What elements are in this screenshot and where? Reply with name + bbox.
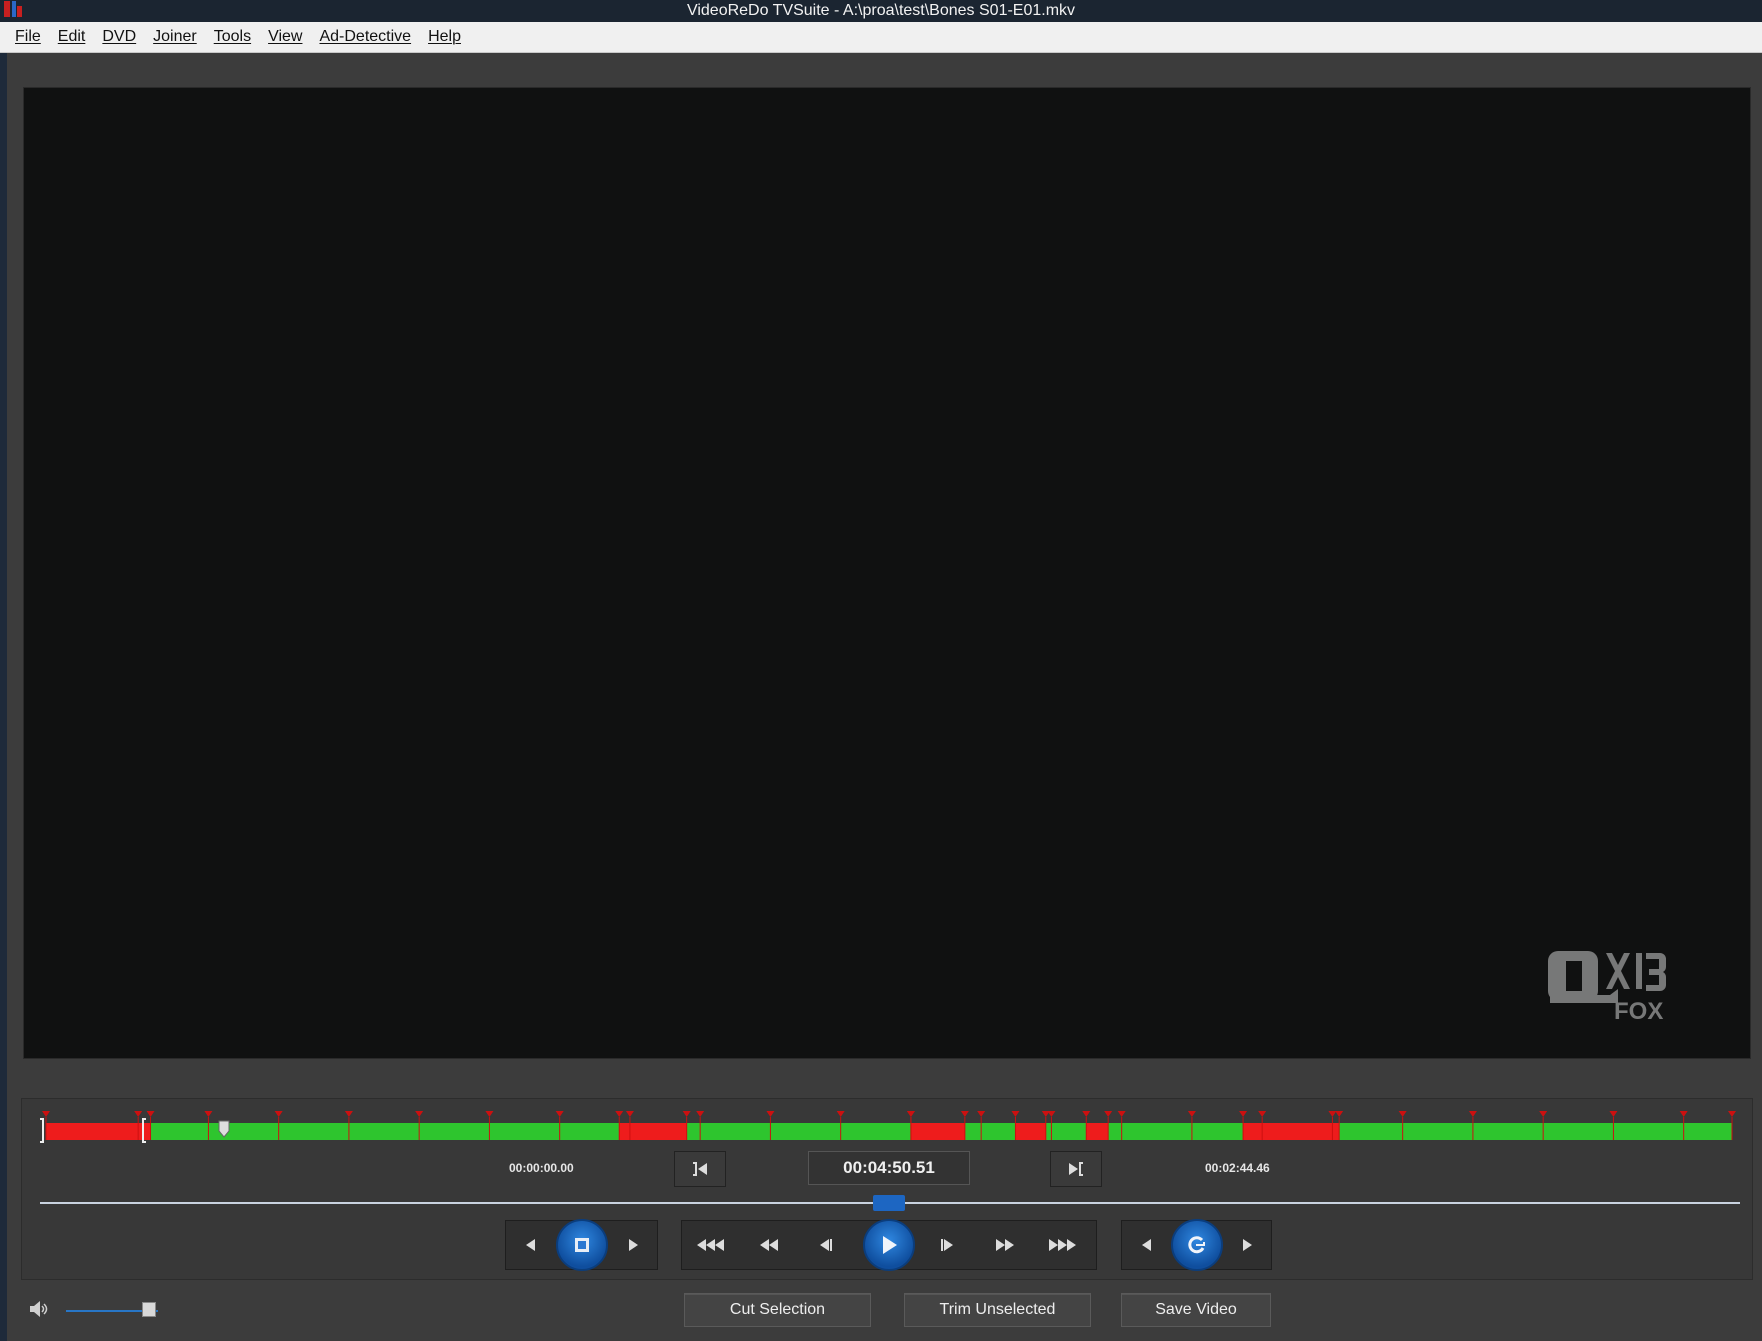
prev-icon [526,1239,535,1251]
left-icon [1142,1239,1151,1251]
title-bar: VideoReDo TVSuite - A:\proa\test\Bones S… [0,0,1762,22]
window-left-edge [0,53,7,1341]
menu-help[interactable]: Help [420,28,470,46]
keep-segment[interactable] [1108,1123,1244,1140]
play-icon [883,1236,897,1254]
fast-forward-max-button[interactable] [1037,1221,1087,1269]
step-forward-button[interactable] [922,1221,972,1269]
goto-selection-start-button[interactable] [674,1151,726,1187]
rewind-fast-button[interactable] [686,1221,736,1269]
timeline-panel: 00:00:00.00 00:04:50.51 00:02:44.46 [21,1098,1753,1280]
volume-slider-thumb[interactable] [142,1302,156,1317]
menu-bar: File Edit DVD Joiner Tools View Ad-Detec… [0,22,1762,53]
cut-segment[interactable] [1015,1123,1046,1140]
step-back-button[interactable] [801,1221,851,1269]
bottom-bar: Cut Selection Trim Unselected Save Video [21,1283,1753,1341]
goto-selection-start-icon [693,1162,707,1176]
loop-icon [1188,1236,1205,1254]
cut-selection-button[interactable]: Cut Selection [684,1293,871,1327]
next-button[interactable] [608,1221,658,1269]
menu-joiner[interactable]: Joiner [145,28,206,46]
cut-segment[interactable] [1243,1123,1340,1140]
rewind-fast-icon [697,1239,724,1251]
trim-unselected-button[interactable]: Trim Unselected [904,1293,1091,1327]
menu-dvd[interactable]: DVD [94,28,145,46]
loop-next-button[interactable] [1222,1221,1272,1269]
current-timecode[interactable]: 00:04:50.51 [808,1151,970,1185]
goto-selection-end-button[interactable] [1050,1151,1102,1187]
menu-file[interactable]: File [7,28,50,46]
next-icon [629,1239,638,1251]
control-group-transport [681,1219,1097,1271]
goto-selection-end-icon [1069,1162,1083,1176]
speaker-icon[interactable] [29,1300,49,1318]
loop-button[interactable] [1171,1219,1223,1271]
menu-tools[interactable]: Tools [206,28,260,46]
control-group-loop [1121,1219,1272,1271]
scrub-thumb[interactable] [873,1195,905,1211]
rewind-icon [760,1239,778,1251]
keep-segment[interactable] [964,1123,1016,1140]
cut-segment[interactable] [619,1123,687,1140]
q13-fox-watermark-icon: FOX [1548,951,1666,1023]
prev-button[interactable] [506,1221,556,1269]
cut-segment[interactable] [910,1123,965,1140]
menu-view[interactable]: View [260,28,311,46]
play-button[interactable] [863,1219,915,1271]
keep-segment[interactable] [1339,1123,1732,1140]
save-video-button[interactable]: Save Video [1121,1293,1271,1327]
app-icon [4,1,22,17]
segment-timeline[interactable] [36,1109,1742,1143]
fast-forward-max-icon [1049,1239,1076,1251]
svg-text:FOX: FOX [1614,998,1663,1023]
cut-segment[interactable] [46,1123,151,1140]
rewind-button[interactable] [744,1221,794,1269]
window-title: VideoReDo TVSuite - A:\proa\test\Bones S… [686,2,1076,19]
stop-button[interactable] [556,1219,608,1271]
selection-end-bracket[interactable] [40,1118,44,1143]
fast-forward-button[interactable] [980,1221,1030,1269]
step-forward-icon [941,1239,953,1251]
video-viewport[interactable]: FOX [23,87,1751,1059]
loop-prev-button[interactable] [1122,1221,1172,1269]
fast-forward-icon [996,1239,1014,1251]
stop-icon [575,1238,589,1252]
step-back-icon [820,1239,832,1251]
menu-edit[interactable]: Edit [50,28,95,46]
cut-segment[interactable] [1086,1123,1109,1140]
keep-segment[interactable] [686,1123,911,1140]
start-time-label: 00:00:00.00 [509,1161,574,1175]
control-group-stop [505,1219,658,1271]
right-icon [1243,1239,1252,1251]
menu-ad-detective[interactable]: Ad-Detective [311,28,420,46]
end-time-label: 00:02:44.46 [1205,1161,1270,1175]
segment-rects [46,1123,1732,1140]
